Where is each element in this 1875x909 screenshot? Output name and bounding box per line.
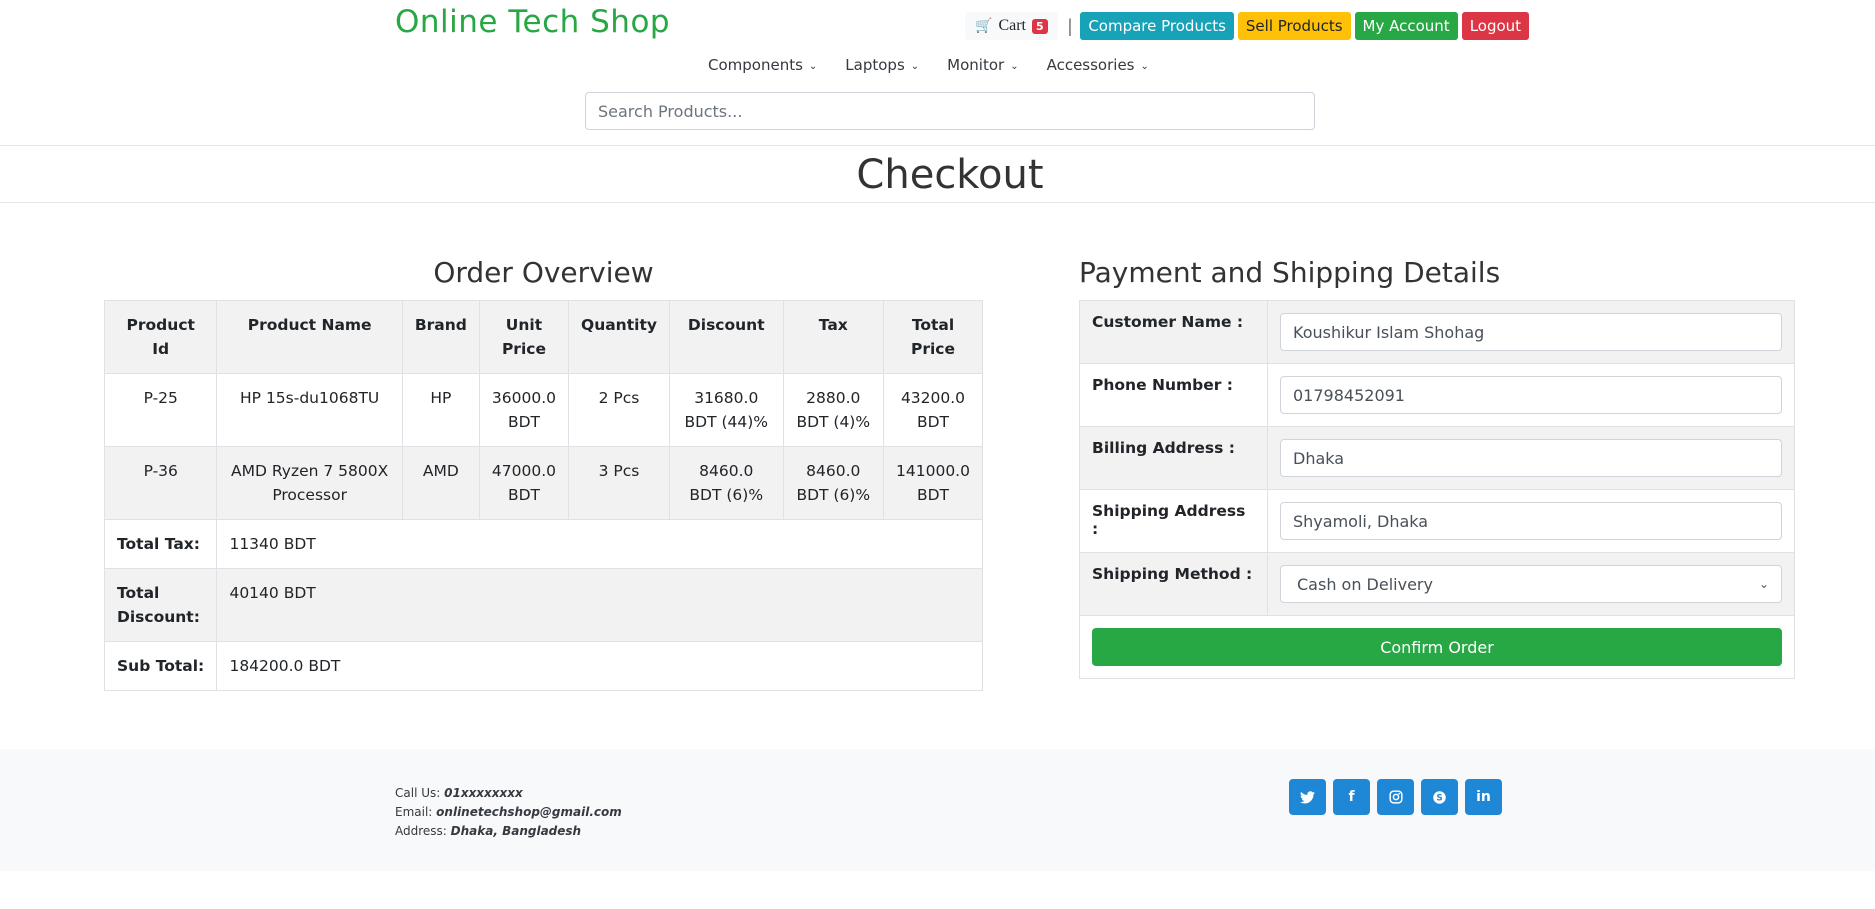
billing-row: Billing Address : Dhaka [1079, 426, 1795, 490]
total-tax-label: Total Tax: [103, 519, 218, 569]
nav-monitor[interactable]: Monitor ⌄ [947, 56, 1018, 74]
col-header: Total Price [883, 300, 983, 374]
confirm-row: Confirm Order [1079, 615, 1795, 679]
chevron-down-icon: ⌄ [1758, 577, 1769, 591]
chevron-down-icon: ⌄ [1140, 61, 1149, 72]
top-nav: 🛒 Cart 5 | Compare Products Sell Product… [965, 12, 1533, 40]
confirm-order-button[interactable]: Confirm Order [1092, 628, 1782, 666]
shipping-address-field[interactable]: Shyamoli, Dhaka [1280, 502, 1782, 540]
total-discount-value: 40140 BDT [216, 568, 983, 642]
billing-address-field[interactable]: Dhaka [1280, 439, 1782, 477]
subtotal-value: 184200.0 BDT [216, 641, 983, 691]
nav-separator: | [1067, 15, 1073, 36]
cell-discount: 31680.0 BDT (44)% [668, 373, 784, 447]
col-header: Unit Price [478, 300, 570, 374]
shipping-method-row: Shipping Method : Cash on Delivery ⌄ [1079, 552, 1795, 616]
linkedin-icon[interactable]: in [1465, 779, 1502, 815]
social-links: f S in [1289, 779, 1509, 815]
subtotal-label: Sub Total: [103, 641, 218, 691]
payment-table: Customer Name : Koushikur Islam Shohag P… [1079, 300, 1795, 679]
col-header: Tax [782, 300, 885, 374]
cart-label: Cart [998, 17, 1026, 34]
chevron-down-icon: ⌄ [910, 61, 920, 72]
cell-total-price: 141000.0 BDT [883, 446, 983, 520]
table-header-row: Product Id Product Name Brand Unit Price… [103, 300, 983, 374]
nav-accessories[interactable]: Accessories ⌄ [1047, 56, 1149, 74]
cart-button[interactable]: 🛒 Cart 5 [965, 12, 1058, 40]
brand-logo[interactable]: Online Tech Shop [395, 4, 670, 40]
cell-product-id: P-36 [103, 446, 218, 520]
sell-products-button[interactable]: Sell Products [1237, 12, 1351, 40]
twitter-icon[interactable] [1289, 779, 1326, 815]
footer-address: Address: Dhaka, Bangladesh [395, 824, 582, 838]
chevron-down-icon: ⌄ [1010, 61, 1019, 72]
cell-product-name: AMD Ryzen 7 5800X Processor [216, 446, 403, 520]
cell-quantity: 3 Pcs [568, 446, 670, 520]
table-row: P-25 HP 15s-du1068TU HP 36000.0 BDT 2 Pc… [103, 373, 983, 447]
col-header: Quantity [568, 300, 670, 374]
my-account-button[interactable]: My Account [1354, 12, 1458, 40]
col-header: Discount [668, 300, 784, 374]
phone-row: Phone Number : 01798452091 [1079, 363, 1795, 427]
cell-brand: AMD [401, 446, 480, 520]
instagram-icon[interactable] [1377, 779, 1414, 815]
order-table: Product Id Product Name Brand Unit Price… [103, 300, 983, 691]
customer-name-field[interactable]: Koushikur Islam Shohag [1280, 313, 1782, 351]
shipping-address-label: Shipping Address : [1079, 489, 1268, 553]
compare-products-button[interactable]: Compare Products [1080, 12, 1234, 40]
cart-count-badge: 5 [1031, 18, 1048, 34]
cell-brand: HP [401, 373, 480, 447]
shipping-method-select[interactable]: Cash on Delivery ⌄ [1280, 565, 1782, 603]
footer-call: Call Us: 01xxxxxxxx [395, 786, 523, 800]
skype-icon[interactable]: S [1421, 779, 1458, 815]
footer-email: Email: onlinetechshop@gmail.com [395, 805, 622, 819]
customer-name-row: Customer Name : Koushikur Islam Shohag [1079, 300, 1795, 364]
cell-discount: 8460.0 BDT (6)% [668, 446, 784, 520]
total-discount-row: Total Discount: 40140 BDT [103, 568, 983, 642]
cell-unit-price: 36000.0 BDT [478, 373, 570, 447]
phone-field[interactable]: 01798452091 [1280, 376, 1782, 414]
col-header: Product Name [216, 300, 403, 374]
col-header: Brand [401, 300, 480, 374]
total-tax-value: 11340 BDT [216, 519, 983, 569]
search-input[interactable] [585, 92, 1315, 130]
footer [0, 749, 1875, 871]
nav-laptops[interactable]: Laptops ⌄ [845, 56, 919, 74]
facebook-icon[interactable]: f [1333, 779, 1370, 815]
table-row: P-36 AMD Ryzen 7 5800X Processor AMD 470… [103, 446, 983, 520]
page-title: Checkout [856, 152, 1044, 198]
payment-shipping-title: Payment and Shipping Details [1079, 256, 1501, 289]
cart-icon: 🛒 [975, 18, 993, 34]
col-header: Product Id [103, 300, 218, 374]
cell-unit-price: 47000.0 BDT [478, 446, 570, 520]
total-discount-label: Total Discount: [103, 568, 218, 642]
shipping-method-label: Shipping Method : [1079, 552, 1268, 616]
shipping-address-row: Shipping Address : Shyamoli, Dhaka [1079, 489, 1795, 553]
billing-label: Billing Address : [1079, 426, 1268, 490]
cell-tax: 8460.0 BDT (6)% [782, 446, 885, 520]
subtotal-row: Sub Total: 184200.0 BDT [103, 641, 983, 691]
order-overview-title: Order Overview [433, 256, 654, 289]
total-tax-row: Total Tax: 11340 BDT [103, 519, 983, 569]
footer-contact: Call Us: 01xxxxxxxx Email: onlinetechsho… [395, 784, 622, 841]
cell-product-id: P-25 [103, 373, 218, 447]
svg-text:S: S [1436, 793, 1442, 803]
logout-button[interactable]: Logout [1461, 12, 1530, 40]
cell-quantity: 2 Pcs [568, 373, 670, 447]
phone-label: Phone Number : [1079, 363, 1268, 427]
cell-tax: 2880.0 BDT (4)% [782, 373, 885, 447]
cell-total-price: 43200.0 BDT [883, 373, 983, 447]
nav-components[interactable]: Components ⌄ [708, 56, 817, 74]
cell-product-name: HP 15s-du1068TU [216, 373, 403, 447]
divider [0, 145, 1875, 146]
customer-name-label: Customer Name : [1079, 300, 1268, 364]
divider [0, 202, 1875, 203]
chevron-down-icon: ⌄ [808, 61, 818, 72]
category-nav: Components ⌄ Laptops ⌄ Monitor ⌄ Accessorie… [708, 56, 1177, 74]
